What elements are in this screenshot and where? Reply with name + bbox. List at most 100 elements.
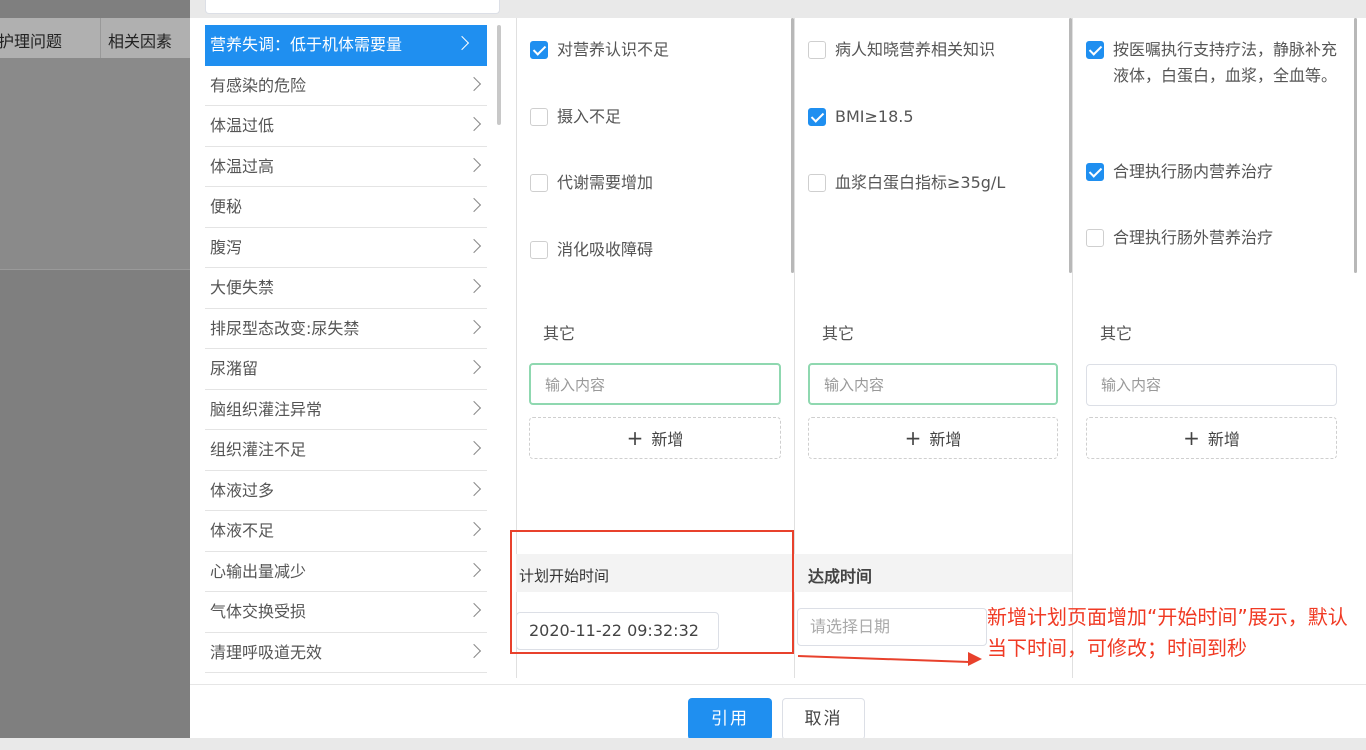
chevron-right-icon (466, 440, 482, 456)
chevron-right-icon (466, 643, 482, 658)
diagnosis-list-scrollbar[interactable] (497, 25, 501, 125)
arrow-right-icon (968, 652, 982, 666)
checkbox-icon[interactable] (808, 41, 826, 59)
diagnosis-item[interactable]: 腹泻 (205, 228, 487, 268)
diagnosis-item[interactable]: 体温过高 (205, 147, 487, 187)
diagnosis-label: 尿潴留 (210, 359, 259, 378)
checkbox-icon[interactable] (1086, 41, 1104, 59)
chevron-right-icon (466, 76, 482, 91)
background-table-body (0, 58, 190, 270)
factor-label: 摄入不足 (557, 107, 622, 126)
checkbox-icon[interactable] (530, 241, 548, 259)
chevron-right-icon (466, 481, 482, 496)
footer-divider (190, 684, 1366, 685)
diagnosis-label: 心输出量减少 (210, 561, 307, 581)
diagnosis-list: 营养失调：低于机体需要量有感染的危险体温过低体温过高 便秘腹泻大便失禁排尿型态改变… (205, 25, 487, 673)
diagnosis-item[interactable]: 便秘 (205, 187, 487, 228)
checkbox-icon[interactable] (808, 174, 826, 192)
measures-other-label: 其它 (1100, 324, 1133, 343)
checkbox-icon[interactable] (530, 41, 548, 59)
diagnosis-label: 体液过多 (210, 480, 275, 500)
header-nursing-problem: 护理问题 (0, 32, 63, 51)
confirm-button[interactable]: 引用 (688, 698, 772, 740)
diagnosis-item[interactable]: 有感染的危险 (205, 66, 487, 106)
cancel-button[interactable]: 取消 (782, 698, 865, 740)
background-table-header: 护理问题 相关因素 (0, 18, 190, 58)
diagnosis-item[interactable]: 体液过多 (205, 471, 487, 511)
factor-checkbox[interactable]: 对营养认识不足 (530, 37, 785, 63)
measures-column-scrollbar[interactable] (1354, 18, 1357, 273)
plus-icon: + (626, 426, 644, 450)
factors-add-button[interactable]: + 新增 (529, 417, 781, 459)
chevron-right-icon (466, 562, 482, 577)
diagnosis-item[interactable]: 体温过低 (205, 106, 487, 147)
header-divider (100, 18, 101, 58)
checkbox-icon[interactable] (530, 174, 548, 192)
goals-add-button[interactable]: + 新增 (808, 417, 1058, 459)
chevron-right-icon (466, 319, 482, 334)
goals-column-scrollbar[interactable] (1069, 18, 1072, 273)
measure-label: 按医嘱执行支持疗法，静脉补充液体，白蛋白，血浆，全血等。 (1113, 40, 1338, 85)
measure-checkbox[interactable]: 合理执行肠外营养治疗 (1086, 225, 1341, 251)
factors-other-input[interactable]: 输入内容 (529, 363, 781, 405)
factors-column-scrollbar[interactable] (791, 18, 794, 273)
factor-checkbox[interactable]: 摄入不足 (530, 104, 785, 130)
diagnosis-label: 体温过低 (210, 116, 275, 135)
diagnosis-label: 清理呼吸道无效 (210, 642, 323, 662)
goal-label: BMI≥18.5 (835, 107, 914, 126)
chevron-right-icon (466, 197, 482, 213)
plus-icon: + (904, 426, 922, 450)
measure-checkbox[interactable]: 合理执行肠内营养治疗 (1086, 159, 1341, 185)
diagnosis-label: 气体交换受损 (210, 602, 307, 621)
goals-other-input[interactable]: 输入内容 (808, 363, 1058, 405)
goal-checkbox[interactable]: 血浆白蛋白指标≥35g/L (808, 170, 1063, 196)
diagnosis-item[interactable]: 清理呼吸道无效 (205, 633, 487, 673)
diagnosis-label: 排尿型态改变:尿失禁 (210, 318, 360, 338)
chevron-right-icon (454, 35, 470, 51)
diagnosis-item[interactable]: 大便失禁 (205, 268, 487, 309)
chevron-right-icon (466, 359, 482, 375)
factor-checkbox[interactable]: 消化吸收障碍 (530, 237, 785, 263)
factor-checkbox[interactable]: 代谢需要增加 (530, 170, 785, 196)
bottom-strip (0, 738, 1366, 750)
chevron-right-icon (466, 602, 482, 618)
measures-add-button[interactable]: + 新增 (1086, 417, 1337, 459)
goals-other-label: 其它 (822, 324, 855, 343)
goal-checkbox[interactable]: 病人知晓营养相关知识 (808, 37, 1063, 63)
add-label: 新增 (1207, 430, 1240, 449)
diagnosis-item[interactable]: 尿潴留 (205, 349, 487, 390)
diagnosis-item[interactable]: 脑组织灌注异常 (205, 390, 487, 430)
checkbox-icon[interactable] (808, 108, 826, 126)
diagnosis-item[interactable]: 气体交换受损 (205, 592, 487, 633)
checkbox-icon[interactable] (1086, 163, 1104, 181)
diagnosis-label: 营养失调：低于机体需要量 (210, 35, 403, 54)
diagnosis-item[interactable]: 心输出量减少 (205, 552, 487, 592)
measure-checkbox[interactable]: 按医嘱执行支持疗法，静脉补充液体，白蛋白，血浆，全血等。 (1086, 37, 1341, 89)
factors-other-label: 其它 (543, 324, 576, 343)
diagnosis-label: 体液不足 (210, 521, 275, 540)
measure-label: 合理执行肠外营养治疗 (1113, 228, 1274, 247)
diagnosis-label: 腹泻 (210, 237, 243, 257)
achieve-time-picker[interactable]: 请选择日期 (797, 608, 987, 646)
goal-checkbox[interactable]: BMI≥18.5 (808, 104, 1063, 130)
factor-label: 代谢需要增加 (557, 173, 654, 192)
annotation-note: 新增计划页面增加“开始时间”展示，默认当下时间，可修改；时间到秒 (987, 605, 1348, 660)
diagnosis-item[interactable]: 营养失调：低于机体需要量 (205, 25, 487, 66)
measures-other-input[interactable]: 输入内容 (1086, 364, 1337, 406)
measure-label: 合理执行肠内营养治疗 (1113, 162, 1274, 181)
background-table-line (0, 269, 190, 270)
diagnosis-item[interactable]: 组织灌注不足 (205, 430, 487, 471)
header-related-factors: 相关因素 (108, 32, 173, 51)
diagnosis-label: 脑组织灌注异常 (210, 399, 323, 419)
diagnosis-item[interactable]: 排尿型态改变:尿失禁 (205, 309, 487, 349)
chevron-right-icon (466, 157, 482, 172)
diagnosis-item[interactable]: 体液不足 (205, 511, 487, 552)
chevron-right-icon (466, 116, 482, 132)
goal-label: 病人知晓营养相关知识 (835, 40, 996, 59)
diagnosis-search-box[interactable] (205, 0, 500, 14)
achieve-time-label: 达成时间 (808, 567, 873, 586)
checkbox-icon[interactable] (530, 108, 548, 126)
chevron-right-icon (466, 238, 482, 253)
checkbox-icon[interactable] (1086, 229, 1104, 247)
factor-label: 消化吸收障碍 (557, 240, 654, 259)
